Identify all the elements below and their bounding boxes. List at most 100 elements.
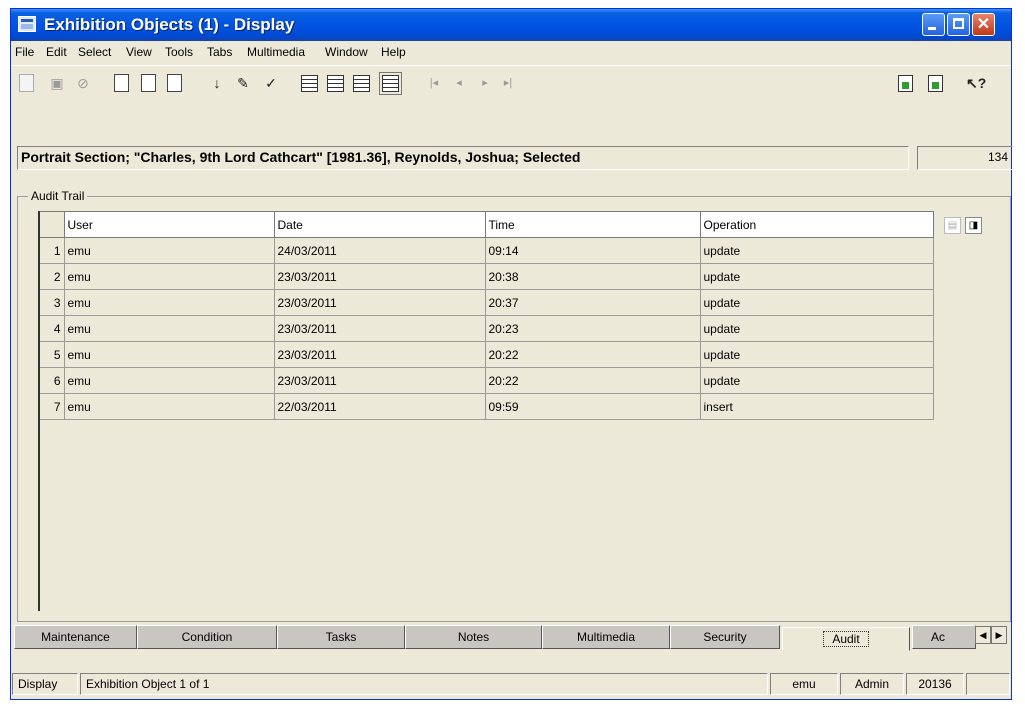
cell-date[interactable]: 24/03/2011 xyxy=(273,237,486,264)
maximize-button[interactable] xyxy=(947,13,970,36)
column-header-date[interactable]: Date xyxy=(273,211,486,238)
first-icon[interactable]: |◂ xyxy=(424,73,444,93)
tab-scroll-right-icon[interactable]: ▶ xyxy=(991,626,1007,644)
cell-date[interactable]: 22/03/2011 xyxy=(273,393,486,420)
grid-side-tools: ▤ ◨ xyxy=(944,216,986,234)
minimize-button[interactable] xyxy=(922,13,945,36)
cell-time[interactable]: 20:22 xyxy=(484,367,701,394)
cell-date[interactable]: 23/03/2011 xyxy=(273,341,486,368)
contact-sheet-icon[interactable] xyxy=(353,75,370,92)
cell-operation[interactable]: update xyxy=(699,341,934,368)
cell-operation[interactable]: update xyxy=(699,237,934,264)
tab-notes[interactable]: Notes xyxy=(405,625,542,649)
cell-user[interactable]: emu xyxy=(63,393,275,420)
cell-user[interactable]: emu xyxy=(63,237,275,264)
table-row[interactable]: 1 emu 24/03/2011 09:14 update xyxy=(38,237,934,264)
table-row[interactable]: 3 emu 23/03/2011 20:37 update xyxy=(38,289,934,316)
cell-operation[interactable]: update xyxy=(699,315,934,342)
tab-label: Audit xyxy=(823,631,869,647)
table-row[interactable]: 4 emu 23/03/2011 20:23 update xyxy=(38,315,934,342)
tab-label: Condition xyxy=(181,630,233,644)
tab-security[interactable]: Security xyxy=(670,625,780,649)
menu-view[interactable]: View xyxy=(126,45,152,59)
tab-condition[interactable]: Condition xyxy=(137,625,277,649)
import-icon[interactable] xyxy=(898,75,913,92)
new-icon[interactable] xyxy=(19,74,34,92)
column-header-operation[interactable]: Operation xyxy=(699,211,934,238)
last-icon[interactable]: ▸| xyxy=(498,73,518,93)
cancel-icon[interactable]: ⊘ xyxy=(73,73,93,93)
menu-tools[interactable]: Tools xyxy=(165,45,193,59)
cell-date[interactable]: 23/03/2011 xyxy=(273,263,486,290)
menu-select[interactable]: Select xyxy=(78,45,111,59)
cell-user[interactable]: emu xyxy=(63,367,275,394)
column-header-time[interactable]: Time xyxy=(484,211,701,238)
tab-audit[interactable]: Audit xyxy=(782,627,910,651)
table-row[interactable]: 5 emu 23/03/2011 20:22 update xyxy=(38,341,934,368)
next-icon[interactable]: ▸ xyxy=(475,73,495,93)
status-mode: Display xyxy=(12,673,78,695)
export-icon[interactable] xyxy=(928,75,943,92)
tab-scroll: ◀ ▶ xyxy=(975,626,1007,644)
cell-operation[interactable]: update xyxy=(699,367,934,394)
cell-operation[interactable]: update xyxy=(699,289,934,316)
save-icon[interactable]: ▣ xyxy=(47,73,67,93)
tab-maintenance[interactable]: Maintenance xyxy=(14,625,137,649)
tab-tasks[interactable]: Tasks xyxy=(277,625,405,649)
cell-time[interactable]: 09:59 xyxy=(484,393,701,420)
status-id: 20136 xyxy=(906,673,964,695)
menu-window[interactable]: Window xyxy=(325,45,368,59)
tab-ac[interactable]: Ac xyxy=(912,625,976,649)
list-view-icon[interactable] xyxy=(327,75,344,92)
grid-insert-icon[interactable]: ◨ xyxy=(965,217,982,234)
previous-icon[interactable]: ◂ xyxy=(449,73,469,93)
close-button[interactable]: ✕ xyxy=(972,13,995,36)
cell-user[interactable]: emu xyxy=(63,341,275,368)
cell-user[interactable]: emu xyxy=(63,263,275,290)
cell-time[interactable]: 20:37 xyxy=(484,289,701,316)
cell-date[interactable]: 23/03/2011 xyxy=(273,315,486,342)
sort-icon[interactable]: ↓ xyxy=(207,73,227,93)
menu-help[interactable]: Help xyxy=(381,45,406,59)
status-bar: Display Exhibition Object 1 of 1 emu Adm… xyxy=(10,671,1012,697)
cell-user[interactable]: emu xyxy=(63,289,275,316)
size-grip[interactable] xyxy=(966,673,1010,695)
row-number: 7 xyxy=(38,393,65,420)
details-view-icon[interactable] xyxy=(379,72,402,95)
search-icon[interactable] xyxy=(114,74,129,92)
status-group: Admin xyxy=(840,673,904,695)
menu-tabs[interactable]: Tabs xyxy=(207,45,232,59)
title-bar[interactable]: Exhibition Objects (1) - Display ✕ xyxy=(11,9,1011,41)
cell-date[interactable]: 23/03/2011 xyxy=(273,367,486,394)
spellcheck-icon[interactable]: ✓ xyxy=(261,73,281,93)
list-icon[interactable] xyxy=(167,74,182,92)
table-row[interactable]: 6 emu 23/03/2011 20:22 update xyxy=(38,367,934,394)
cell-time[interactable]: 20:22 xyxy=(484,341,701,368)
window-title: Exhibition Objects (1) - Display xyxy=(44,15,295,34)
grid-delete-icon[interactable]: ▤ xyxy=(944,217,961,234)
column-header-user[interactable]: User xyxy=(63,211,275,238)
table-header-row: User Date Time Operation xyxy=(38,211,934,238)
tab-scroll-left-icon[interactable]: ◀ xyxy=(975,626,991,644)
cell-time[interactable]: 20:38 xyxy=(484,263,701,290)
edit-icon[interactable]: ✎ xyxy=(233,73,253,93)
row-number: 5 xyxy=(38,341,65,368)
menu-multimedia[interactable]: Multimedia xyxy=(247,45,305,59)
row-number-header xyxy=(38,211,65,238)
menu-edit[interactable]: Edit xyxy=(46,45,67,59)
menu-file[interactable]: File xyxy=(15,45,34,59)
table-row[interactable]: 7 emu 22/03/2011 09:59 insert xyxy=(38,393,934,420)
table-row[interactable]: 2 emu 23/03/2011 20:38 update xyxy=(38,263,934,290)
tab-multimedia[interactable]: Multimedia xyxy=(542,625,670,649)
record-count: 134 xyxy=(917,146,1013,170)
cell-date[interactable]: 23/03/2011 xyxy=(273,289,486,316)
cell-operation[interactable]: update xyxy=(699,263,934,290)
cell-user[interactable]: emu xyxy=(63,315,275,342)
cell-operation[interactable]: insert xyxy=(699,393,934,420)
page-view-icon[interactable] xyxy=(301,75,318,92)
cell-time[interactable]: 20:23 xyxy=(484,315,701,342)
tab-label: Security xyxy=(703,630,747,644)
cell-time[interactable]: 09:14 xyxy=(484,237,701,264)
search-add-icon[interactable] xyxy=(141,74,156,92)
help-icon[interactable]: ↖? xyxy=(966,73,986,93)
